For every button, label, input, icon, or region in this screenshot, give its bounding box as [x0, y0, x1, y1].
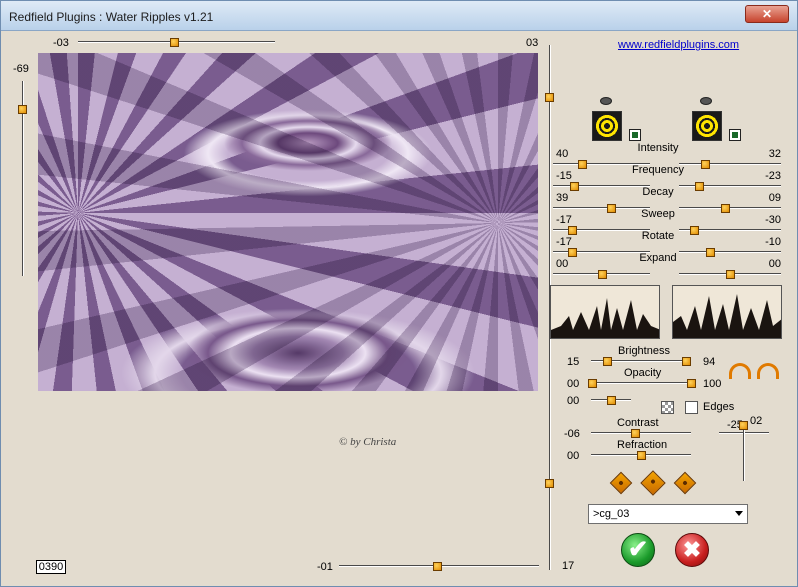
top-slider-thumb[interactable]: [170, 38, 179, 47]
extra-value: 00: [567, 395, 580, 407]
waveform-preview-right: [672, 285, 782, 339]
eye-icon[interactable]: [700, 97, 712, 105]
bottom-slider-thumb[interactable]: [433, 562, 442, 571]
param-right-value: 32: [768, 148, 781, 160]
param-right-value: 00: [768, 258, 781, 270]
param-left-slider-thumb[interactable]: [570, 182, 579, 191]
contrast-label: Contrast: [617, 417, 659, 429]
color-swatch-right[interactable]: [692, 111, 722, 141]
brightness-max-value: 94: [703, 356, 716, 368]
param-left-slider-thumb[interactable]: [607, 204, 616, 213]
eye-icon[interactable]: [600, 97, 612, 105]
rotate-left-arrow-icon[interactable]: [729, 363, 751, 379]
param-label: Frequency: [632, 164, 684, 176]
top-slider-min: -03: [53, 37, 69, 49]
opacity-label: Opacity: [624, 367, 662, 379]
frame-counter: 0390: [36, 560, 66, 574]
swatch-toggle-left[interactable]: [629, 129, 641, 141]
refraction-slider-thumb[interactable]: [637, 451, 646, 460]
brightness-slider-thumb-right[interactable]: [682, 357, 691, 366]
param-label: Rotate: [641, 230, 675, 242]
dice-icon[interactable]: [609, 471, 633, 495]
param-left-slider-thumb[interactable]: [568, 248, 577, 257]
ok-button[interactable]: ✔: [621, 533, 655, 567]
preset-selected-value: >cg_03: [593, 508, 630, 520]
extra-slider-thumb[interactable]: [607, 396, 616, 405]
rotate-right-arrow-icon[interactable]: [757, 363, 779, 379]
contrast-slider-thumb[interactable]: [631, 429, 640, 438]
vertical-slider-track[interactable]: [743, 429, 745, 481]
opacity-slider-thumb-right[interactable]: [687, 379, 696, 388]
param-right-slider-thumb[interactable]: [726, 270, 735, 279]
left-slider-value: -69: [13, 63, 29, 75]
param-left-value: -15: [556, 170, 572, 182]
color-swatch-left[interactable]: [592, 111, 622, 141]
x-icon: ✖: [682, 537, 702, 562]
param-right-value: 09: [768, 192, 781, 204]
refraction-value: 00: [567, 450, 580, 462]
watermark-signature: © by Christa: [339, 436, 397, 448]
contrast-slider-track[interactable]: [591, 432, 691, 434]
plugin-window: Redfield Plugins : Water Ripples v1.21 ✕…: [0, 0, 798, 587]
param-left-value: 39: [556, 192, 569, 204]
opacity-max-value: 100: [703, 378, 722, 390]
param-label: Sweep: [641, 208, 675, 220]
param-right-value: -30: [765, 214, 781, 226]
param-left-slider-thumb[interactable]: [568, 226, 577, 235]
param-left-slider-thumb[interactable]: [578, 160, 587, 169]
website-link[interactable]: www.redfieldplugins.com: [618, 39, 739, 51]
vertical-slider-max-value: 02: [750, 415, 763, 427]
opacity-slider-track[interactable]: [591, 382, 691, 384]
waveform-graphic: [551, 298, 659, 338]
checker-toggle[interactable]: [661, 401, 674, 414]
close-button[interactable]: ✕: [745, 5, 789, 23]
brightness-min-value: 15: [567, 356, 580, 368]
brightness-label: Brightness: [618, 345, 670, 357]
title-bar: Redfield Plugins : Water Ripples v1.21 ✕: [1, 1, 797, 31]
edges-checkbox[interactable]: [685, 401, 698, 414]
refraction-label: Refraction: [617, 439, 668, 451]
param-label: Decay: [642, 186, 674, 198]
waveform-preview-left: [550, 285, 660, 339]
opacity-min-value: 00: [567, 378, 580, 390]
preview-ripple-overlay: [38, 53, 538, 391]
opacity-slider-thumb-left[interactable]: [588, 379, 597, 388]
right-slider-thumb[interactable]: [545, 93, 554, 102]
param-label: Expand: [639, 252, 677, 264]
brightness-slider-thumb-left[interactable]: [603, 357, 612, 366]
param-label: Intensity: [637, 142, 679, 154]
dice-icon[interactable]: [640, 470, 666, 496]
check-icon: ✔: [627, 536, 649, 563]
left-slider-thumb[interactable]: [18, 105, 27, 114]
param-left-slider-thumb[interactable]: [598, 270, 607, 279]
param-right-slider-thumb[interactable]: [701, 160, 710, 169]
vertical-slider-thumb[interactable]: [739, 421, 748, 430]
bottom-slider-value: -01: [317, 561, 333, 573]
preset-select[interactable]: >cg_03: [588, 504, 748, 524]
cancel-button[interactable]: ✖: [675, 533, 709, 567]
window-title: Redfield Plugins : Water Ripples v1.21: [9, 10, 214, 24]
waveform-graphic: [673, 294, 781, 338]
param-right-value: -23: [765, 170, 781, 182]
top-slider-max: 03: [526, 37, 539, 49]
right-slider-thumb-lower[interactable]: [545, 479, 554, 488]
param-left-value: -17: [556, 236, 572, 248]
swatch-toggle-right[interactable]: [729, 129, 741, 141]
param-right-slider-thumb[interactable]: [721, 204, 730, 213]
dice-icon[interactable]: [673, 471, 697, 495]
edges-label: Edges: [703, 401, 735, 413]
param-left-value: 00: [556, 258, 569, 270]
chevron-down-icon: [735, 511, 743, 516]
param-right-slider-thumb[interactable]: [706, 248, 715, 257]
contrast-value: -06: [564, 428, 580, 440]
param-left-value: 40: [556, 148, 569, 160]
bottom-right-value: 17: [562, 560, 575, 572]
param-right-value: -10: [765, 236, 781, 248]
param-left-value: -17: [556, 214, 572, 226]
